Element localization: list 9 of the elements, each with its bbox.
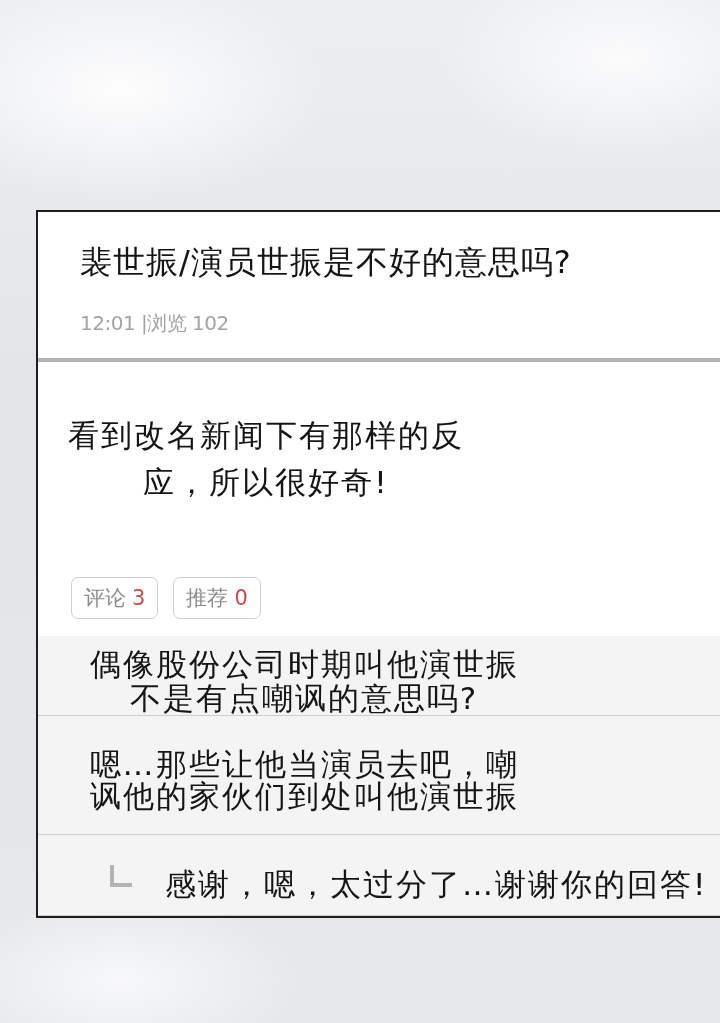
post-meta: 12:01 |浏览 102 <box>80 310 230 336</box>
post-title: 裴世振/演员世振是不好的意思吗? <box>80 242 573 283</box>
action-button[interactable]: 推荐 0 <box>173 577 261 619</box>
reply-corner-icon <box>110 865 132 887</box>
comment-text: 嗯…那些让他当演员去吧，嘲讽他的家伙们到处叫他演世振 <box>88 748 520 812</box>
reply-text: 感谢，嗯，太过分了…谢谢你的回答! <box>165 865 708 904</box>
comment-text: 偶像股份公司时期叫他演世振不是有点嘲讽的意思吗? <box>88 647 520 715</box>
post-body: 看到改名新闻下有那样的反应，所以很好奇! <box>67 416 465 502</box>
action-button[interactable]: 评论 3 <box>71 577 159 619</box>
